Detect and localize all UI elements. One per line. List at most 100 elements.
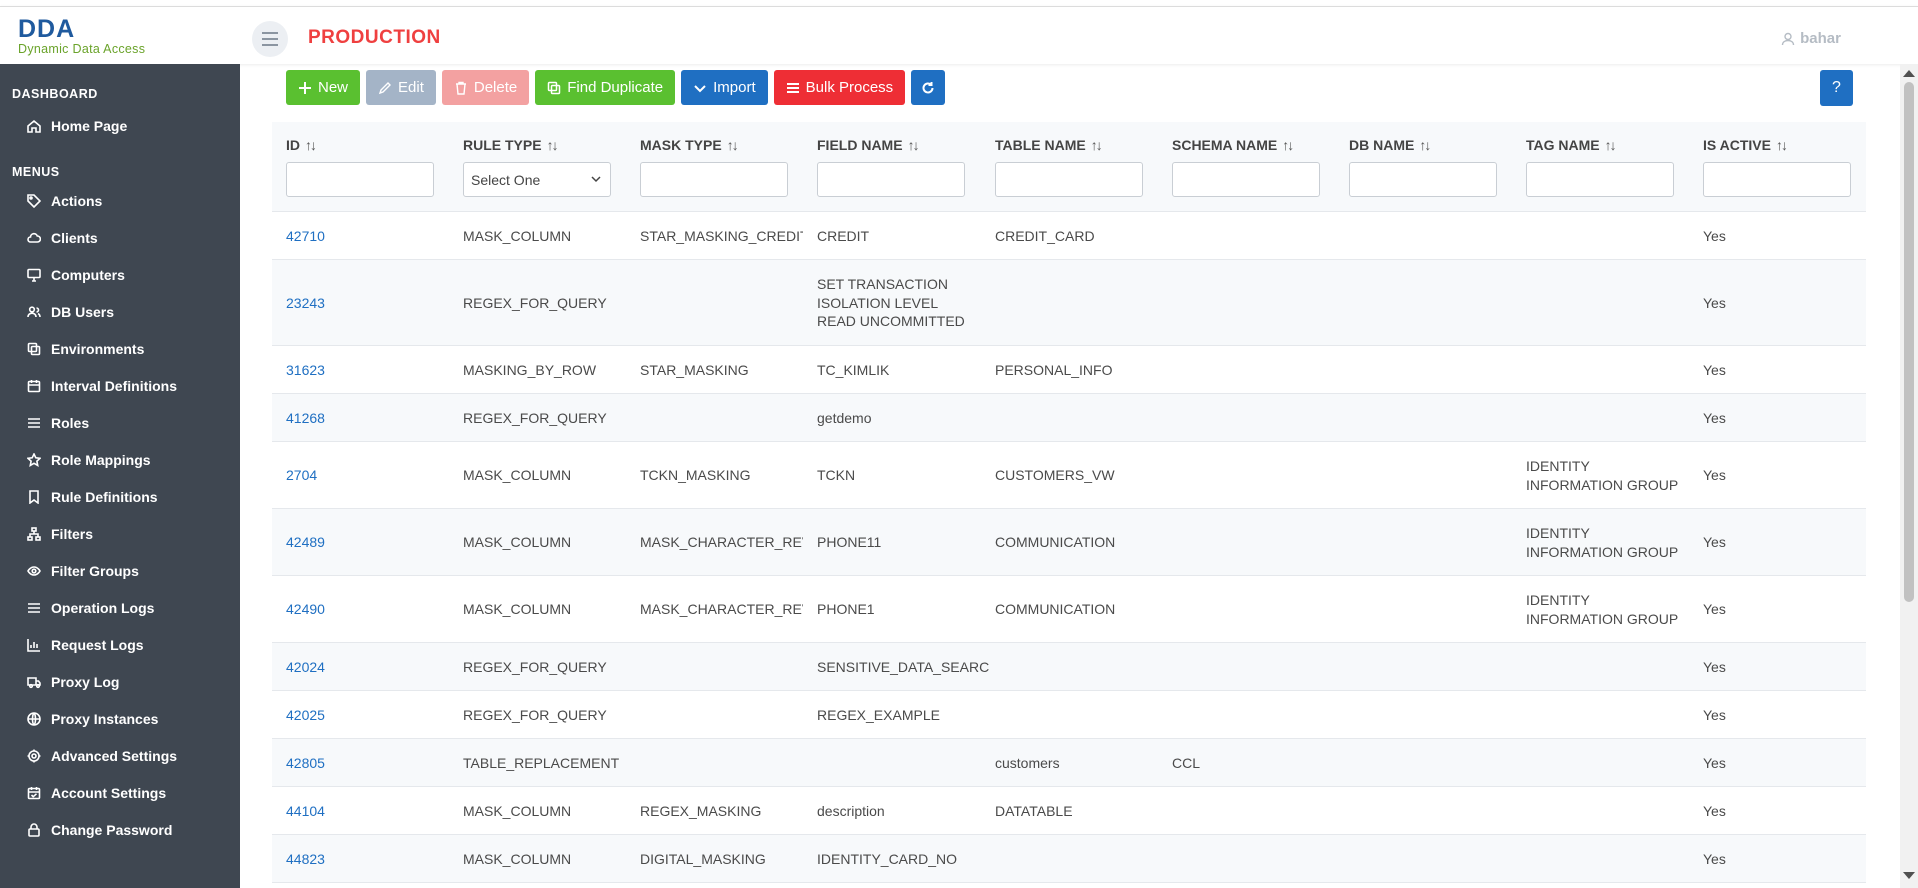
help-button[interactable]: ? xyxy=(1820,70,1853,106)
logo-mark: DDA xyxy=(18,15,76,43)
column-header-label: RULE TYPE xyxy=(463,137,542,153)
cell-id[interactable]: 44823 xyxy=(286,850,458,869)
new-button[interactable]: New xyxy=(286,70,361,105)
logo[interactable]: DDA Dynamic Data Access xyxy=(18,17,188,61)
cell-id[interactable]: 2704 xyxy=(286,466,458,485)
cell-id[interactable]: 42025 xyxy=(286,706,458,725)
sidebar-item-roles[interactable]: Roles xyxy=(0,404,240,441)
bulk-process-button[interactable]: Bulk Process xyxy=(773,70,906,105)
column-header-field-name[interactable]: FIELD NAME ↑↓ xyxy=(817,137,920,153)
sidebar-item-operation-logs[interactable]: Operation Logs xyxy=(0,589,240,626)
sidebar-item-proxy-log[interactable]: Proxy Log xyxy=(0,663,240,700)
edit-button[interactable]: Edit xyxy=(366,70,436,105)
table-row[interactable]: 42025 REGEX_FOR_QUERY REGEX_EXAMPLE Yes xyxy=(272,691,1866,739)
filter-input-tag-name[interactable] xyxy=(1526,162,1674,197)
sort-icon[interactable]: ↑↓ xyxy=(1776,137,1788,153)
filter-input-mask-type[interactable] xyxy=(640,162,788,197)
user-menu[interactable]: bahar xyxy=(1781,30,1841,47)
column-header-schema-name[interactable]: SCHEMA NAME ↑↓ xyxy=(1172,137,1294,153)
sidebar-item-filters[interactable]: Filters xyxy=(0,515,240,552)
sidebar-item-home-page[interactable]: Home Page xyxy=(0,107,240,144)
scroll-up-arrow[interactable] xyxy=(1903,70,1915,77)
cell-id[interactable]: 23243 xyxy=(286,294,458,313)
table-row[interactable]: 42024 REGEX_FOR_QUERY SENSITIVE_DATA_SEARC… xyxy=(272,643,1866,691)
sidebar-item-proxy-instances[interactable]: Proxy Instances xyxy=(0,700,240,737)
delete-button[interactable]: Delete xyxy=(441,70,530,105)
filter-input-table-name[interactable] xyxy=(995,162,1143,197)
hamburger-menu-button[interactable] xyxy=(252,21,288,57)
edit-button-label: Edit xyxy=(398,79,424,96)
table-row[interactable]: 41268 REGEX_FOR_QUERY getdemo Yes xyxy=(272,394,1866,442)
sort-icon[interactable]: ↑↓ xyxy=(908,137,920,153)
sidebar-item-role-mappings[interactable]: Role Mappings xyxy=(0,441,240,478)
sidebar-item-filter-groups[interactable]: Filter Groups xyxy=(0,552,240,589)
table-row[interactable]: 42490 MASK_COLUMN MASK_CHARACTER_REVERSE PH… xyxy=(272,576,1866,643)
cell-id[interactable]: 42805 xyxy=(286,754,458,773)
sort-icon[interactable]: ↑↓ xyxy=(1091,137,1103,153)
column-header-is-active[interactable]: IS ACTIVE ↑↓ xyxy=(1703,137,1788,153)
cell-field-name: CREDIT xyxy=(817,227,989,246)
cell-rule-type: MASK_COLUMN xyxy=(463,534,572,551)
column-header-table-name[interactable]: TABLE NAME ↑↓ xyxy=(995,137,1103,153)
sidebar-item-change-password[interactable]: Change Password xyxy=(0,811,240,848)
refresh-button[interactable] xyxy=(911,70,946,105)
filter-input-id[interactable] xyxy=(286,162,434,197)
cell-table-name: COMMUNICATION xyxy=(995,534,1116,551)
cell-mask-type: REGEX_MASKING xyxy=(640,802,762,819)
sort-icon[interactable]: ↑↓ xyxy=(1419,137,1431,153)
filter-input-is-active[interactable] xyxy=(1703,162,1851,197)
table-row[interactable]: 44104 MASK_COLUMN REGEX_MASKING description… xyxy=(272,787,1866,835)
table-row[interactable]: 42805 TABLE_REPLACEMENT customers CCL Yes xyxy=(272,739,1866,787)
cell-id[interactable]: 31623 xyxy=(286,361,458,380)
cell-id[interactable]: 44104 xyxy=(286,802,458,821)
sidebar-item-computers[interactable]: Computers xyxy=(0,256,240,293)
import-button[interactable]: Import xyxy=(681,70,768,105)
sidebar-item-clients[interactable]: Clients xyxy=(0,219,240,256)
cell-id[interactable]: 42489 xyxy=(286,533,458,552)
table-row[interactable]: 42489 MASK_COLUMN MASK_CHARACTER_REVERSE PH… xyxy=(272,509,1866,576)
column-header-mask-type[interactable]: MASK TYPE ↑↓ xyxy=(640,137,739,153)
cell-line: CREDIT xyxy=(817,227,870,244)
scrollbar-thumb[interactable] xyxy=(1904,82,1914,602)
cell-id[interactable]: 41268 xyxy=(286,409,458,428)
rule-type-filter-select[interactable]: Select One xyxy=(463,162,611,197)
table-row[interactable]: 23243 REGEX_FOR_QUERY SET TRANSACTION ISOLA… xyxy=(272,260,1866,346)
sort-icon[interactable]: ↑↓ xyxy=(1605,137,1617,153)
sort-icon[interactable]: ↑↓ xyxy=(1282,137,1294,153)
filter-input-db-name[interactable] xyxy=(1349,162,1497,197)
top-bar: DDA Dynamic Data Access PRODUCTION bahar xyxy=(0,6,1918,64)
find-duplicate-button[interactable]: Find Duplicate xyxy=(535,70,676,105)
sidebar-item-actions[interactable]: Actions xyxy=(0,182,240,219)
sort-icon[interactable]: ↑↓ xyxy=(305,137,317,153)
cell-line: description xyxy=(817,802,885,819)
sidebar-section: Actions Clients Computers DB Users Environme… xyxy=(0,182,240,848)
filter-input-schema-name[interactable] xyxy=(1172,162,1320,197)
copy-icon xyxy=(547,81,561,94)
sort-icon[interactable]: ↑↓ xyxy=(727,137,739,153)
sidebar-item-db-users[interactable]: DB Users xyxy=(0,293,240,330)
table-row[interactable]: 2704 MASK_COLUMN TCKN_MASKING TCKN CUSTOMERS… xyxy=(272,442,1866,509)
table-row[interactable]: 31623 MASKING_BY_ROW STAR_MASKING TC_KIMLIK… xyxy=(272,346,1866,394)
bookmark-icon xyxy=(26,489,42,505)
sidebar-item-environments[interactable]: Environments xyxy=(0,330,240,367)
cell-field-name: getdemo xyxy=(817,409,989,428)
column-header-id[interactable]: ID ↑↓ xyxy=(286,137,317,153)
sort-icon[interactable]: ↑↓ xyxy=(547,137,559,153)
sidebar-item-advanced-settings[interactable]: Advanced Settings xyxy=(0,737,240,774)
table-row[interactable]: 44823 MASK_COLUMN DIGITAL_MASKING IDENTITY_… xyxy=(272,835,1866,883)
cell-id[interactable]: 42490 xyxy=(286,600,458,619)
users-icon xyxy=(26,304,42,320)
sidebar-item-rule-definitions[interactable]: Rule Definitions xyxy=(0,478,240,515)
sidebar-item-interval-definitions[interactable]: Interval Definitions xyxy=(0,367,240,404)
table-row[interactable]: 42710 MASK_COLUMN STAR_MASKING_CREDIT_CARD… xyxy=(272,212,1866,260)
page-title: PRODUCTION xyxy=(308,27,441,48)
sidebar-item-request-logs[interactable]: Request Logs xyxy=(0,626,240,663)
cell-id[interactable]: 42024 xyxy=(286,658,458,677)
cell-id[interactable]: 42710 xyxy=(286,227,458,246)
column-header-db-name[interactable]: DB NAME ↑↓ xyxy=(1349,137,1431,153)
column-header-tag-name[interactable]: TAG NAME ↑↓ xyxy=(1526,137,1617,153)
column-header-rule-type[interactable]: RULE TYPE ↑↓ xyxy=(463,137,559,153)
filter-input-field-name[interactable] xyxy=(817,162,965,197)
scroll-down-arrow[interactable] xyxy=(1903,872,1915,879)
sidebar-item-account-settings[interactable]: Account Settings xyxy=(0,774,240,811)
